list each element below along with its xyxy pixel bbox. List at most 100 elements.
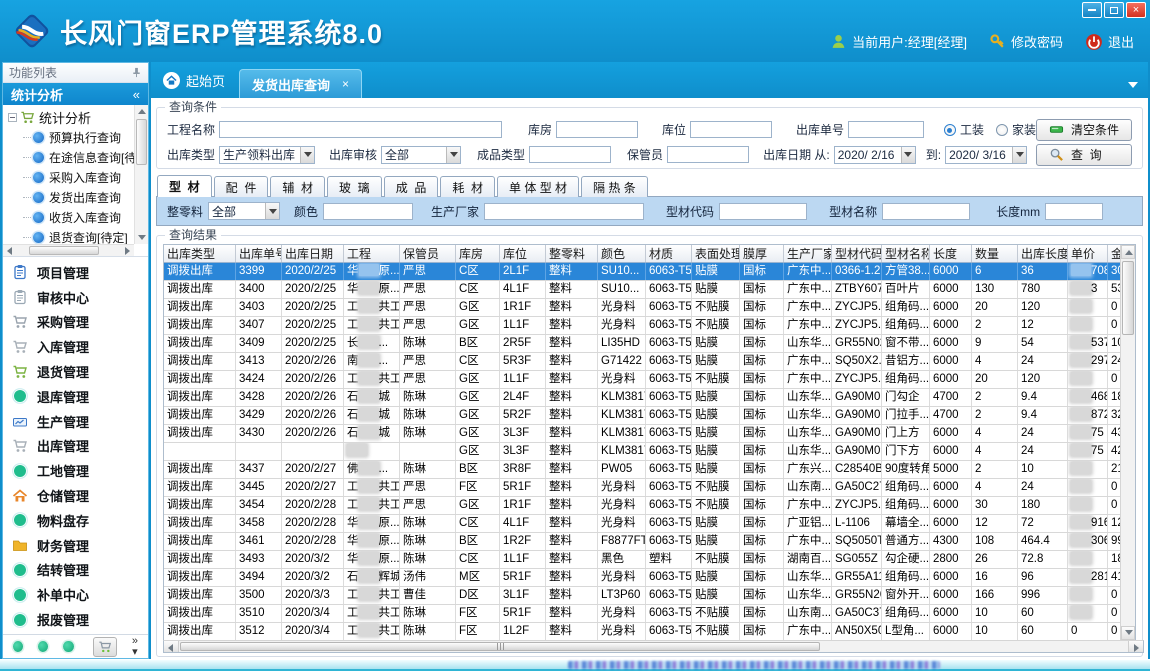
column-header[interactable]: 整零料 [546,245,598,262]
column-header[interactable]: 颜色 [598,245,646,262]
module-dot-icon[interactable] [38,641,48,652]
column-header[interactable]: 出库长度 [1018,245,1068,262]
column-header[interactable]: 单价 [1068,245,1108,262]
warehouse-input[interactable] [556,121,638,138]
table-row[interactable]: 调拨出库34292020/2/26石城陈琳G区5R2F整料KLM38176063… [164,407,1120,425]
sidebar-module-工地管理[interactable]: 工地管理 [3,458,148,483]
column-header[interactable]: 出库类型 [164,245,236,262]
logout-button[interactable]: 退出 [1085,32,1134,51]
material-tab[interactable]: 辅 材 [270,176,325,197]
tree-vertical-scrollbar[interactable] [134,105,148,244]
material-tab[interactable]: 隔 热 条 [581,176,648,197]
sidebar-module-生产管理[interactable]: 生产管理 [3,409,148,434]
table-row[interactable]: 调拨出库34072020/2/25工共工程严思G区1L1F整料光身料6063-T… [164,317,1120,335]
module-dot-icon[interactable] [13,641,23,652]
more-modules-button[interactable]: »▾ [132,636,138,658]
table-row[interactable]: 调拨出库34032020/2/25工共工程严思G区1R1F整料光身料6063-T… [164,299,1120,317]
table-row[interactable]: 调拨出库34092020/2/25长...陈琳B区2R5F整料LI35HD606… [164,335,1120,353]
clear-conditions-button[interactable]: 清空条件 [1036,119,1132,141]
material-tab[interactable]: 单 体 型 材 [497,176,579,197]
column-header[interactable]: 型材名称 [882,245,930,262]
sidebar-module-物料盘存[interactable]: 物料盘存 [3,508,148,533]
section-header-statistics[interactable]: 统计分析 « [3,83,148,105]
zhengling-select[interactable]: 全部 [208,202,280,220]
table-row[interactable]: 调拨出库34932020/3/2华原...陈琳C区1L1F整料黑色塑料不贴膜国标… [164,551,1120,569]
table-row[interactable]: 调拨出库34452020/2/27工共工程严思F区5R1F整料光身料6063-T… [164,479,1120,497]
project-name-input[interactable] [219,121,502,138]
pin-icon[interactable] [131,67,142,78]
tree-horizontal-scrollbar[interactable] [3,244,134,256]
sidebar-module-补单中心[interactable]: 补单中心 [3,582,148,607]
table-row[interactable]: 调拨出库34582020/2/28华原...陈琳C区4L1F整料光身料6063-… [164,515,1120,533]
material-tab[interactable]: 型 材 [157,175,212,197]
grid-horizontal-scrollbar[interactable] [163,640,1144,653]
sidebar-module-项目管理[interactable]: 项目管理 [3,260,148,285]
material-tab[interactable]: 配 件 [214,176,269,197]
table-row[interactable]: 调拨出库35002020/3/3工共工程曹佳D区3L1F整料LT3P606063… [164,587,1120,605]
tree-item[interactable]: 发货出库查询 [23,187,134,207]
table-row[interactable]: 调拨出库34242020/2/26工共工程严思G区1L1F整料光身料6063-T… [164,371,1120,389]
column-header[interactable]: 生产厂家 [784,245,832,262]
length-input[interactable] [1045,203,1103,220]
table-row[interactable]: 调拨出库34942020/3/2石辉城汤伟M区5R1F整料光身料6063-T5贴… [164,569,1120,587]
tab-close-icon[interactable]: × [342,77,349,91]
profile-code-input[interactable] [719,203,807,220]
module-dot-icon[interactable] [63,641,73,652]
date-from-select[interactable]: 2020/ 2/16 [834,146,916,164]
tab-home[interactable]: 起始页 [155,71,239,98]
column-header[interactable]: 数量 [972,245,1018,262]
tree-item[interactable]: 预算执行查询 [23,127,134,147]
keeper-input[interactable] [667,146,749,163]
table-row[interactable]: 调拨出库34302020/2/26石城陈琳G区3L3F整料KLM38176063… [164,425,1120,443]
column-header[interactable]: 膜厚 [740,245,784,262]
audit-select[interactable]: 全部 [381,146,461,164]
column-header[interactable]: 保管员 [400,245,456,262]
sidebar-module-退库管理[interactable]: 退库管理 [3,384,148,409]
column-header[interactable]: 表面处理 [692,245,740,262]
table-row[interactable]: G区3L3F整料KLM38176063-T5贴膜国标山东华...GA90M09.… [164,443,1120,461]
column-header[interactable]: 型材代码 [832,245,882,262]
table-row[interactable]: 调拨出库34612020/2/28华原...陈琳B区1R2F整料F8877FT6… [164,533,1120,551]
table-row[interactable]: 调拨出库34132020/2/26南...严思C区5R3F整料G71422606… [164,353,1120,371]
location-input[interactable] [690,121,772,138]
table-row[interactable]: 调拨出库34282020/2/26石城陈琳G区2L4F整料KLM38176063… [164,389,1120,407]
tree-expander-icon[interactable] [8,113,17,122]
sidebar-module-审核中心[interactable]: 审核中心 [3,285,148,310]
tree-root-statistics[interactable]: 统计分析 [7,107,134,127]
tree-item[interactable]: 采购入库查询 [23,167,134,187]
maximize-button[interactable] [1104,2,1124,18]
material-tab[interactable]: 耗 材 [440,176,495,197]
sidebar-module-出库管理[interactable]: 出库管理 [3,434,148,459]
table-row[interactable]: 调拨出库35122020/3/4工共工程陈琳F区1L2F整料光身料6063-T5… [164,623,1120,640]
sidebar-module-退货管理[interactable]: 退货管理 [3,359,148,384]
column-header[interactable]: 材质 [646,245,692,262]
out-type-select[interactable]: 生产领料出库 [219,146,315,164]
sidebar-module-采购管理[interactable]: 采购管理 [3,310,148,335]
cart-module-button[interactable] [93,637,117,657]
table-row[interactable]: 调拨出库34002020/2/25华原...严思C区4L1F整料SU10...6… [164,281,1120,299]
sidebar-module-仓储管理[interactable]: 仓储管理 [3,483,148,508]
sidebar-module-财务管理[interactable]: 财务管理 [3,533,148,558]
column-header[interactable]: 库位 [500,245,546,262]
column-header[interactable]: 出库单号 [236,245,282,262]
search-button[interactable]: 查 询 [1036,144,1132,166]
radio-jiazhuang[interactable]: 家装 [996,121,1036,138]
change-password-button[interactable]: 修改密码 [989,32,1063,51]
tree-item[interactable]: 收货入库查询 [23,207,134,227]
profile-name-input[interactable] [882,203,970,220]
table-row[interactable]: 调拨出库33992020/2/25华原...严思C区2L1F整料SU10...6… [164,263,1120,281]
table-row[interactable]: 调拨出库34372020/2/27佛...陈琳B区3R8F整料PW056063-… [164,461,1120,479]
tree-item[interactable]: 退货查询[待定] [23,227,134,244]
date-to-select[interactable]: 2020/ 3/16 [945,146,1027,164]
column-header[interactable]: 长度 [930,245,972,262]
tab-shipment-outbound-query[interactable]: 发货出库查询 × [239,69,362,98]
material-tab[interactable]: 成 品 [384,176,439,197]
product-type-input[interactable] [529,146,611,163]
column-header[interactable]: 工程 [344,245,400,262]
column-header[interactable]: 金 [1108,245,1120,262]
minimize-button[interactable] [1082,2,1102,18]
column-header[interactable]: 出库日期 [282,245,344,262]
table-row[interactable]: 调拨出库35102020/3/4工共工程陈琳F区5R1F整料光身料6063-T5… [164,605,1120,623]
sidebar-module-入库管理[interactable]: 入库管理 [3,334,148,359]
radio-gongzhuang[interactable]: 工装 [944,121,984,138]
